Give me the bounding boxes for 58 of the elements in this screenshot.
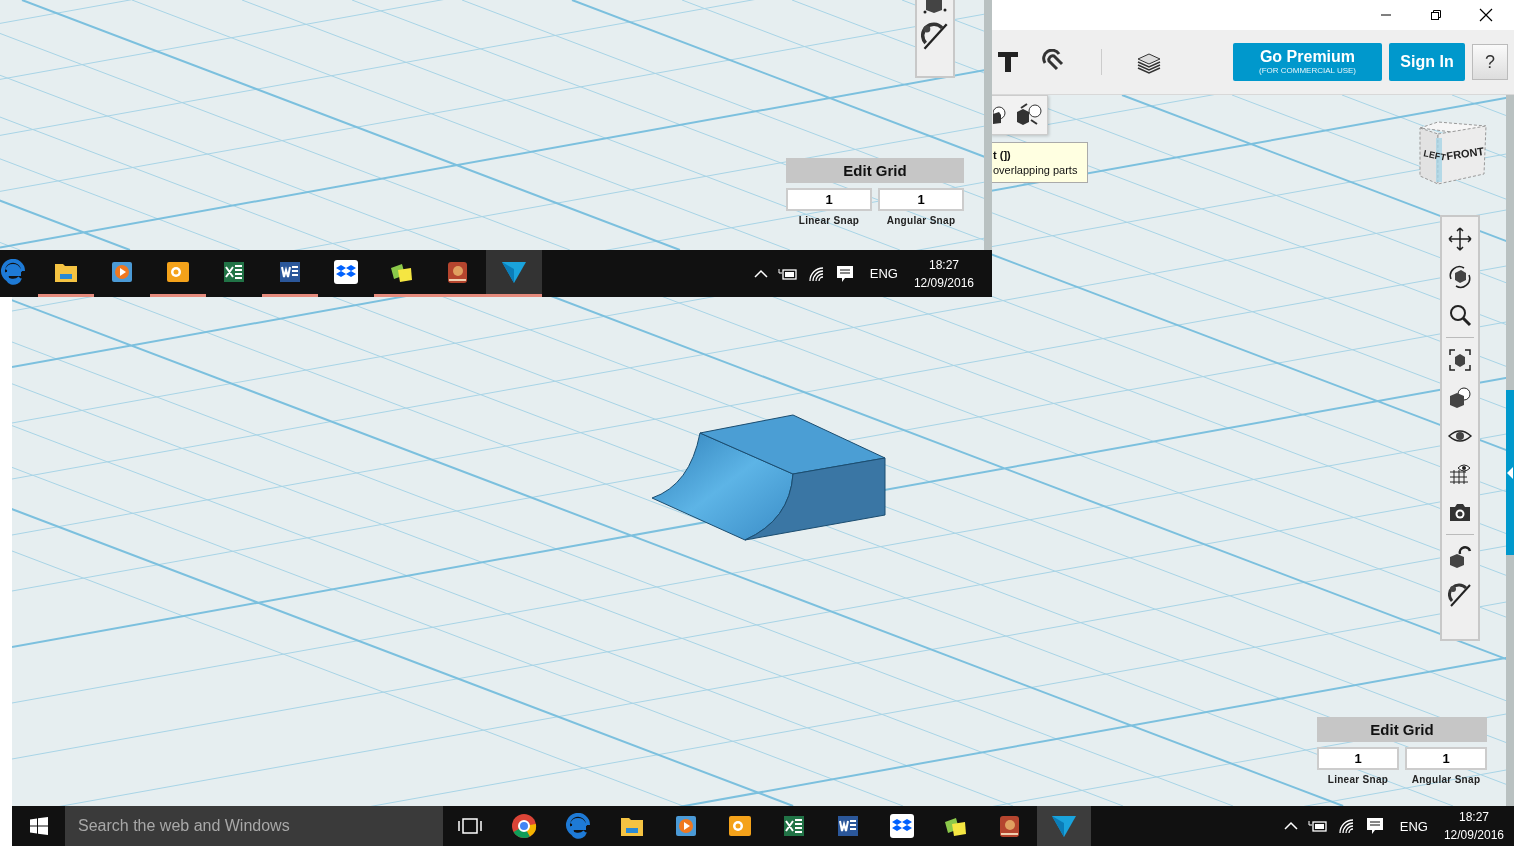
wifi-icon[interactable] bbox=[1337, 818, 1356, 834]
pan-icon[interactable] bbox=[1448, 227, 1472, 251]
close-icon bbox=[1479, 8, 1493, 22]
search-field[interactable]: Search the web and Windows bbox=[65, 806, 443, 846]
battery-icon[interactable] bbox=[777, 266, 798, 281]
windows-icon bbox=[29, 817, 48, 835]
mail-icon bbox=[727, 813, 753, 839]
task-view-icon bbox=[458, 817, 482, 835]
angular-snap-field[interactable]: 1 bbox=[878, 188, 964, 211]
angular-snap-label: Angular Snap bbox=[1411, 774, 1481, 785]
linear-snap-label: Linear Snap bbox=[1327, 774, 1389, 785]
fit-view-icon[interactable] bbox=[1448, 348, 1472, 372]
language-indicator[interactable]: ENG bbox=[1399, 818, 1428, 834]
box-icon bbox=[889, 813, 915, 839]
cube-sphere-icon[interactable] bbox=[1448, 386, 1472, 410]
triangle-icon bbox=[1051, 813, 1077, 839]
angular-snap-label: Angular Snap bbox=[886, 215, 956, 226]
box-icon bbox=[333, 259, 359, 285]
restore-icon bbox=[1430, 9, 1442, 21]
message-icon[interactable] bbox=[1365, 817, 1384, 835]
left-arrow-icon bbox=[1507, 466, 1513, 479]
linear-snap-label: Linear Snap bbox=[798, 215, 860, 226]
round-browser-icon bbox=[511, 813, 537, 839]
cube-sphere-icon[interactable] bbox=[993, 104, 1007, 126]
edit-grid-title: Edit Grid bbox=[1317, 717, 1487, 742]
clock[interactable]: 18:27 12/09/2016 bbox=[1443, 808, 1504, 844]
language-indicator[interactable]: ENG bbox=[869, 266, 898, 281]
play-icon bbox=[673, 813, 699, 839]
help-button[interactable]: ? bbox=[1472, 44, 1508, 80]
spreadsheet-icon bbox=[221, 259, 247, 285]
mail-icon bbox=[165, 259, 191, 285]
browser-icon bbox=[565, 813, 591, 839]
grid-eye-icon[interactable] bbox=[1448, 462, 1472, 486]
zoom-icon[interactable] bbox=[1448, 303, 1472, 327]
clock[interactable]: 18:27 12/09/2016 bbox=[913, 255, 974, 292]
document-icon bbox=[277, 259, 303, 285]
play-icon bbox=[109, 259, 135, 285]
tooltip-text: overlapping parts bbox=[993, 162, 1079, 178]
panel-handle[interactable] bbox=[1506, 390, 1514, 555]
magnet-off-icon[interactable] bbox=[1448, 583, 1472, 607]
linear-snap-field[interactable]: 1 bbox=[786, 188, 872, 211]
document-icon bbox=[835, 813, 861, 839]
battery-icon[interactable] bbox=[1307, 819, 1328, 833]
message-icon[interactable] bbox=[835, 264, 854, 283]
wifi-icon[interactable] bbox=[807, 265, 826, 282]
edit-grid-title: Edit Grid bbox=[786, 158, 964, 183]
linear-snap-field[interactable]: 1 bbox=[1317, 747, 1399, 770]
orbit-icon[interactable] bbox=[1448, 265, 1472, 289]
text-tool-icon[interactable] bbox=[997, 51, 1019, 73]
magnet-off-icon[interactable] bbox=[921, 22, 949, 50]
cube-sphere-swap-icon[interactable] bbox=[1015, 102, 1043, 128]
triangle-icon bbox=[501, 259, 527, 285]
chevron-up-icon[interactable] bbox=[753, 268, 768, 279]
angular-snap-field[interactable]: 1 bbox=[1405, 747, 1487, 770]
chevron-up-icon[interactable] bbox=[1283, 821, 1298, 831]
spreadsheet-icon bbox=[781, 813, 807, 839]
browser-icon bbox=[0, 259, 26, 285]
tooltip-text: t (]) bbox=[993, 147, 1012, 163]
